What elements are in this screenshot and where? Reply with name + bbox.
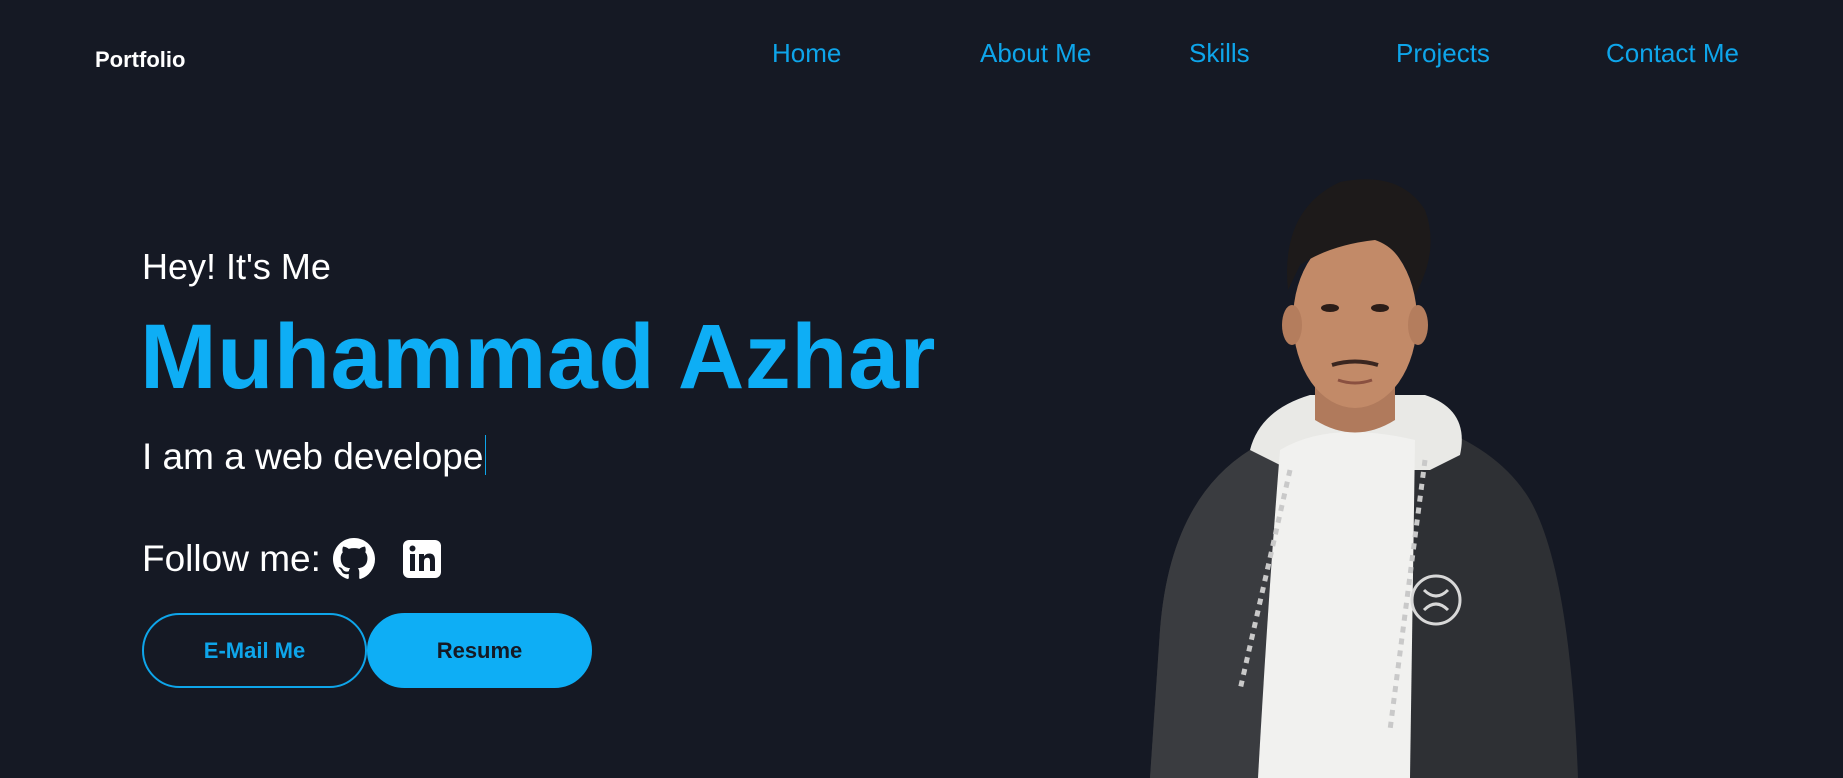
follow-label: Follow me: [142, 538, 321, 579]
linkedin-icon[interactable] [401, 538, 443, 580]
hero-name: Muhammad Azhar [140, 306, 936, 408]
typed-role-text: I am a web develope [142, 436, 484, 477]
nav-skills[interactable]: Skills [1189, 38, 1250, 69]
typing-caret [485, 435, 487, 475]
site-logo[interactable]: Portfolio [95, 47, 185, 73]
nav-contact-me[interactable]: Contact Me [1606, 38, 1739, 69]
follow-row: Follow me: [142, 538, 443, 580]
resume-button[interactable]: Resume [367, 613, 592, 688]
nav-home[interactable]: Home [772, 38, 841, 69]
email-me-button[interactable]: E-Mail Me [142, 613, 367, 688]
hero-greeting: Hey! It's Me [142, 246, 331, 287]
nav-projects[interactable]: Projects [1396, 38, 1490, 69]
profile-photo [1140, 170, 1590, 778]
portfolio-page: Portfolio Home About Me Skills Projects … [0, 0, 1843, 778]
github-icon[interactable] [332, 538, 375, 580]
nav-about-me[interactable]: About Me [980, 38, 1091, 69]
hero-role: I am a web develope [142, 435, 487, 478]
